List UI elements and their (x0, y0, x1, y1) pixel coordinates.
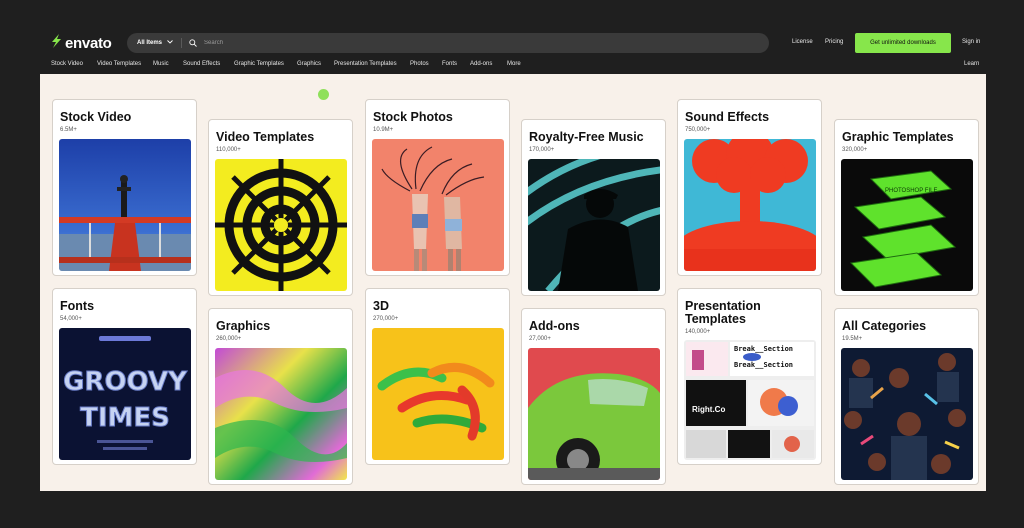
card-title: Video Templates (216, 130, 315, 144)
card-count: 270,000+ (373, 316, 399, 322)
license-link[interactable]: License (792, 39, 813, 45)
card-title: 3D (373, 299, 389, 313)
thumbnail-dj-silhouette (528, 159, 660, 291)
get-unlimited-downloads-button[interactable]: Get unlimited downloads (855, 33, 951, 53)
thumbnail-biplane (59, 139, 191, 271)
category-dropdown[interactable]: All Items (137, 40, 173, 46)
card-count: 54,000+ (60, 316, 82, 322)
card-title: Sound Effects (685, 110, 770, 124)
card-presentation-templates[interactable]: Presentation Templates 140,000+ Break__S… (677, 288, 822, 465)
card-count: 750,000+ (685, 127, 711, 133)
nav-item-fonts[interactable]: Fonts (442, 61, 457, 67)
poster-line-1: GROOVY (63, 367, 188, 397)
card-stock-video[interactable]: Stock Video 6.5M+ (52, 99, 197, 276)
envato-logo[interactable]: envato (50, 33, 112, 53)
nav-item-video-templates[interactable]: Video Templates (97, 61, 141, 67)
card-title: Stock Video (60, 110, 132, 124)
card-add-ons[interactable]: Add-ons 27,000+ (521, 308, 666, 485)
card-count: 6.5M+ (60, 127, 77, 133)
nav-item-sound-effects[interactable]: Sound Effects (183, 61, 220, 67)
thumbnail-gummy-worms (372, 328, 504, 460)
nav-item-music[interactable]: Music (153, 61, 169, 67)
thumbnail-groovy-poster: GROOVY TIMES (59, 328, 191, 460)
card-count: 27,000+ (529, 336, 551, 342)
sign-in-link[interactable]: Sign in (962, 39, 980, 45)
card-title: Stock Photos (373, 110, 453, 124)
search-input[interactable] (202, 39, 727, 47)
card-graphics[interactable]: Graphics 260,000+ (208, 308, 353, 485)
card-video-templates[interactable]: Video Templates 110,000+ (208, 119, 353, 296)
green-dot-decoration (318, 89, 329, 100)
poster-line-2: TIMES (80, 403, 170, 433)
thumbnail-swirl-pattern (215, 159, 347, 291)
slide-text-break-2: Break__Section (734, 361, 793, 369)
card-count: 110,000+ (216, 147, 241, 153)
leaf-icon (50, 33, 62, 53)
chevron-down-icon (167, 40, 173, 46)
nav-item-presentation-templates[interactable]: Presentation Templates (334, 61, 397, 67)
nav-item-learn[interactable]: Learn (964, 61, 979, 67)
slide-text-break-1: Break__Section (734, 345, 793, 353)
pricing-link[interactable]: Pricing (825, 39, 843, 45)
search-icon[interactable] (189, 39, 197, 47)
card-title: Graphics (216, 319, 271, 333)
category-label: All Items (137, 40, 163, 46)
card-title: Royalty-Free Music (529, 130, 644, 144)
card-count: 260,000+ (216, 336, 242, 342)
nav-item-add-ons[interactable]: Add-ons (470, 61, 492, 67)
card-count: 10.9M+ (373, 127, 394, 133)
boxes-text: PHOTOSHOP FILE (885, 188, 937, 194)
logo-text: envato (65, 34, 112, 52)
thumbnail-photoshop-boxes: PHOTOSHOP FILE (841, 159, 973, 291)
search-bar: All Items (127, 33, 769, 53)
nav-item-more[interactable]: More (507, 61, 521, 67)
thumbnail-vintage-car (528, 348, 660, 480)
card-title: Presentation Templates (685, 299, 761, 326)
category-nav: Stock Video Video Templates Music Sound … (0, 61, 1024, 71)
nav-item-graphic-templates[interactable]: Graphic Templates (234, 61, 284, 67)
nav-item-photos[interactable]: Photos (410, 61, 429, 67)
card-count: 19.5M+ (842, 336, 863, 342)
card-graphic-templates[interactable]: Graphic Templates 320,000+ PHOTOSHOP FIL… (834, 119, 979, 296)
thumbnail-red-cloud (684, 139, 816, 271)
card-3d[interactable]: 3D 270,000+ (365, 288, 510, 465)
card-sound-effects[interactable]: Sound Effects 750,000+ (677, 99, 822, 276)
top-bar: envato All Items License Pricing Get unl… (0, 0, 1024, 58)
card-fonts[interactable]: Fonts 54,000+ GROOVY TIMES (52, 288, 197, 465)
card-title: Add-ons (529, 319, 580, 333)
nav-item-graphics[interactable]: Graphics (297, 61, 321, 67)
card-all-categories[interactable]: All Categories 19.5M+ (834, 308, 979, 485)
thumbnail-hair-flip (372, 139, 504, 271)
thumbnail-holographic-portraits (841, 348, 973, 480)
card-count: 170,000+ (529, 147, 555, 153)
card-count: 140,000+ (685, 329, 711, 335)
card-count: 320,000+ (842, 147, 868, 153)
thumbnail-presentation-slides: Break__Section Break__Section Right.Co (684, 340, 816, 460)
card-title: All Categories (842, 319, 927, 333)
nav-item-stock-video[interactable]: Stock Video (51, 61, 83, 67)
thumbnail-neon-waves (215, 348, 347, 480)
card-title: Graphic Templates (842, 130, 954, 144)
slide-text-right: Right.Co (692, 405, 725, 414)
card-title: Fonts (60, 299, 95, 313)
card-royalty-free-music[interactable]: Royalty-Free Music 170,000+ (521, 119, 666, 296)
search-divider (181, 38, 183, 48)
card-stock-photos[interactable]: Stock Photos 10.9M+ (365, 99, 510, 276)
